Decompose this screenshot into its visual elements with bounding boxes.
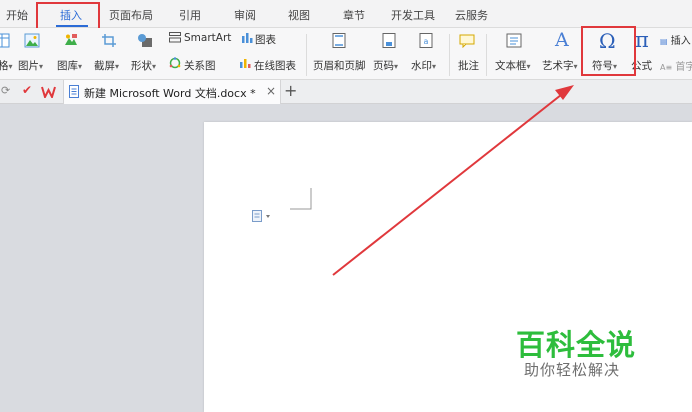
document-tab[interactable]: 新建 Microsoft Word 文档.docx * × — [63, 80, 281, 104]
watermark-label: 水印 — [411, 60, 432, 72]
document-title: 新建 Microsoft Word 文档.docx * — [84, 87, 256, 100]
relation-chart-icon[interactable] — [169, 57, 181, 69]
tab-home[interactable]: 开始 — [6, 7, 28, 23]
menu-tab-bar: 开始 插入 页面布局 引用 审阅 视图 章节 开发工具 云服务 — [0, 0, 692, 28]
wordart-button[interactable]: 艺术字▾ — [542, 58, 578, 73]
tab-review[interactable]: 审阅 — [234, 7, 256, 23]
picture-icon[interactable] — [24, 33, 40, 48]
gallery-button[interactable]: 图库▾ — [57, 58, 82, 73]
wordart-icon[interactable]: A — [555, 29, 569, 51]
picture-label: 图片 — [18, 60, 39, 72]
tab-developer[interactable]: 开发工具 — [391, 7, 435, 23]
insert-object-label: 插入 — [670, 36, 691, 47]
new-tab-button[interactable]: + — [284, 81, 297, 100]
page-number-button[interactable]: 页码▾ — [373, 58, 398, 73]
page-number-icon[interactable] — [381, 33, 397, 48]
insert-object-button[interactable]: ▤ 插入 — [660, 32, 691, 47]
gallery-label: 图库 — [57, 60, 78, 72]
online-chart-button[interactable]: 在线图表 — [254, 58, 296, 73]
table-label: 格 — [0, 60, 9, 72]
table-button[interactable]: 格▾ — [0, 58, 13, 73]
header-footer-button[interactable]: 页眉和页脚 — [313, 58, 366, 73]
drop-cap-button[interactable]: A≡ 首字 — [660, 58, 692, 73]
tab-cloud-service[interactable]: 云服务 — [455, 7, 488, 23]
comment-button[interactable]: 批注 — [458, 58, 479, 73]
drop-cap-icon: A≡ — [660, 63, 673, 72]
watermark-subtitle: 助你轻松解决 — [524, 361, 621, 379]
wps-logo-icon[interactable] — [41, 86, 56, 98]
doc-file-icon — [69, 85, 79, 98]
symbol-highlight-box — [581, 26, 636, 76]
tab-chapter[interactable]: 章节 — [343, 7, 365, 23]
ribbon-separator — [306, 34, 307, 76]
smartart-button[interactable]: SmartArt — [184, 32, 231, 44]
drop-cap-label: 首字 — [675, 62, 692, 73]
chart-button[interactable]: 图表 — [255, 32, 276, 47]
document-tab-bar: ⟳ ✔ 新建 Microsoft Word 文档.docx * × + — [0, 80, 692, 104]
tab-view[interactable]: 视图 — [288, 7, 310, 23]
shapes-icon[interactable] — [137, 33, 153, 48]
watermark-icon[interactable]: a — [418, 33, 434, 48]
tab-page-layout[interactable]: 页面布局 — [109, 7, 153, 23]
close-icon[interactable]: × — [266, 84, 276, 98]
smartart-icon[interactable] — [169, 32, 181, 43]
relation-chart-button[interactable]: 关系图 — [184, 58, 216, 73]
svg-text:a: a — [424, 37, 429, 46]
shapes-label: 形状 — [131, 60, 152, 72]
paste-options-icon[interactable] — [252, 210, 274, 222]
online-chart-icon[interactable] — [239, 57, 252, 69]
header-footer-icon[interactable] — [331, 33, 347, 48]
tab-references[interactable]: 引用 — [179, 7, 201, 23]
check-icon[interactable]: ✔ — [22, 83, 32, 97]
ribbon-separator — [486, 34, 487, 76]
watermark-title: 百科全说 — [516, 328, 637, 362]
textbox-icon[interactable] — [506, 33, 522, 48]
margin-corner-mark — [290, 188, 312, 210]
watermark-button[interactable]: 水印▾ — [411, 58, 436, 73]
screenshot-icon[interactable] — [101, 33, 117, 48]
refresh-icon[interactable]: ⟳ — [1, 84, 10, 97]
page-number-label: 页码 — [373, 60, 394, 72]
insert-object-icon: ▤ — [660, 37, 668, 46]
gallery-icon[interactable] — [63, 33, 79, 48]
formula-icon[interactable]: π — [635, 28, 649, 52]
table-icon[interactable] — [0, 33, 10, 48]
ribbon-separator — [449, 34, 450, 76]
textbox-label: 文本框 — [495, 60, 527, 72]
screenshot-label: 截屏 — [94, 60, 115, 72]
wordart-label: 艺术字 — [542, 60, 574, 72]
chart-icon[interactable] — [241, 32, 253, 43]
picture-button[interactable]: 图片▾ — [18, 58, 43, 73]
textbox-button[interactable]: 文本框▾ — [495, 58, 531, 73]
comment-icon[interactable] — [459, 33, 475, 48]
shapes-button[interactable]: 形状▾ — [131, 58, 156, 73]
screenshot-button[interactable]: 截屏▾ — [94, 58, 119, 73]
